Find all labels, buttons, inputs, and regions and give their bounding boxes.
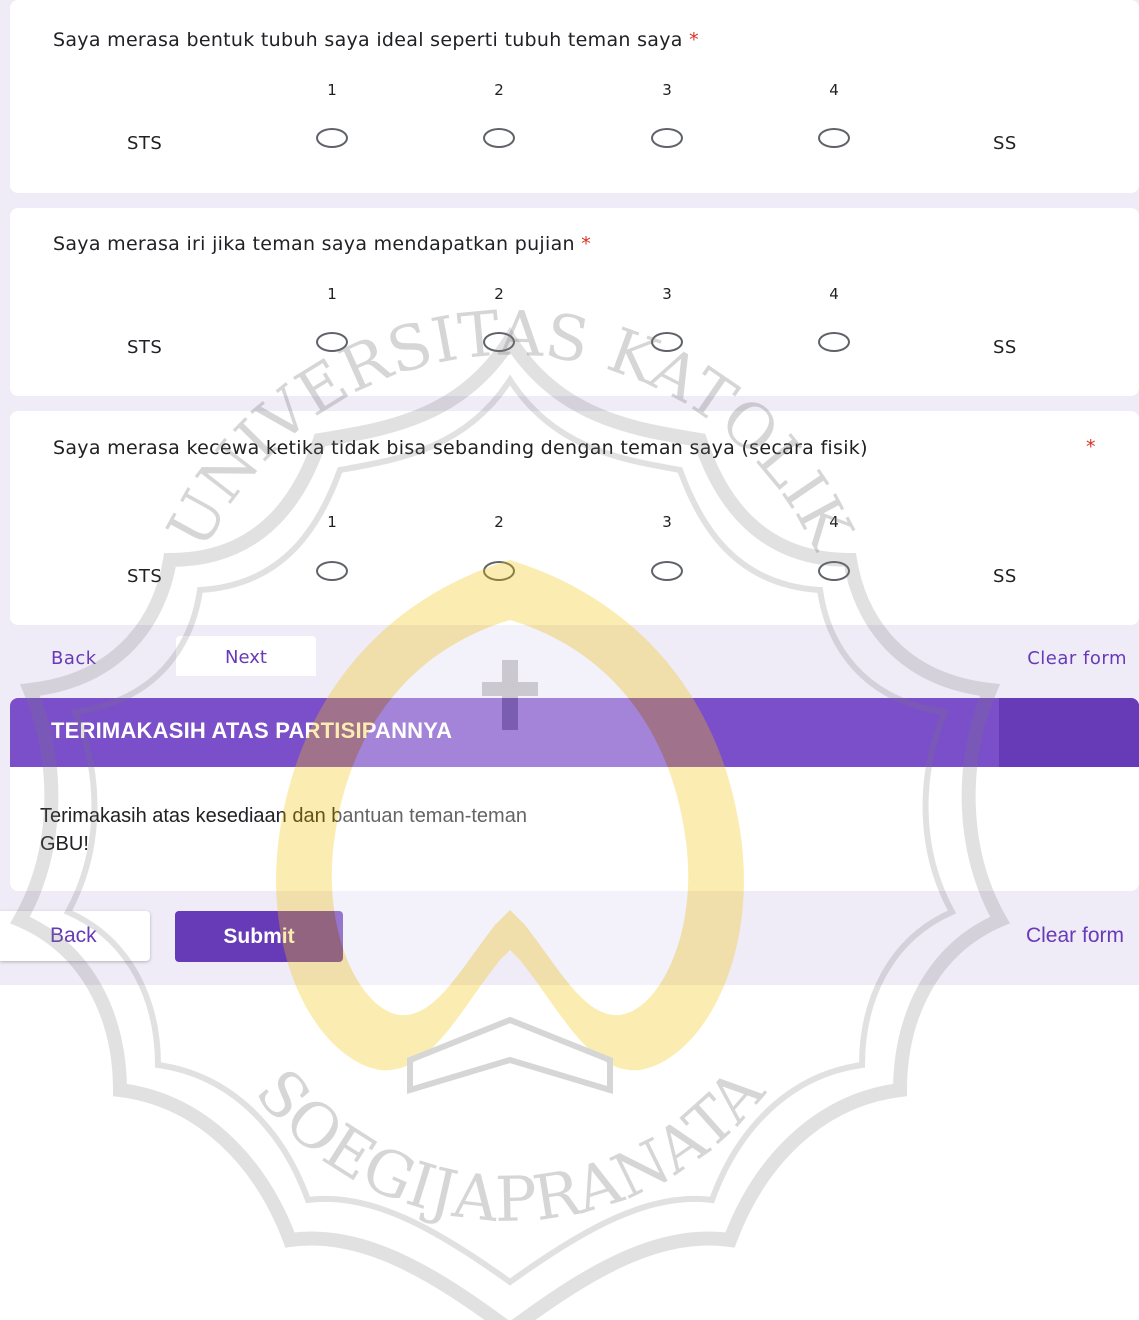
scale-number-4: 4 — [829, 285, 839, 303]
high-label: SS — [993, 566, 1017, 587]
radio-option-1[interactable] — [316, 561, 348, 581]
radio-option-1[interactable] — [316, 128, 348, 148]
high-label: SS — [993, 337, 1017, 358]
section-description: Terimakasih atas kesediaan dan bantuan t… — [40, 805, 527, 855]
clear-form-button-final[interactable]: Clear form — [1026, 924, 1124, 948]
radio-option-3[interactable] — [651, 561, 683, 581]
radio-option-2[interactable] — [483, 332, 515, 352]
scale-number-1: 1 — [327, 513, 337, 531]
scale-number-3: 3 — [662, 285, 672, 303]
required-mark: * — [1086, 436, 1096, 458]
scale-number-3: 3 — [662, 81, 672, 99]
question-card-1: Saya merasa bentuk tubuh saya ideal sepe… — [10, 0, 1139, 193]
section-title: TERIMAKASIH ATAS PARTISIPANNYA — [51, 718, 453, 743]
scale-number-4: 4 — [829, 513, 839, 531]
submit-button[interactable]: Submit — [175, 911, 343, 962]
question-title: Saya merasa iri jika teman saya mendapat… — [53, 233, 592, 255]
question-card-3: Saya merasa kecewa ketika tidak bisa seb… — [10, 411, 1139, 625]
question-card-2: Saya merasa iri jika teman saya mendapat… — [10, 208, 1139, 396]
radio-option-4[interactable] — [818, 128, 850, 148]
section-description-card: Terimakasih atas kesediaan dan bantuan t… — [10, 767, 1139, 891]
radio-option-1[interactable] — [316, 332, 348, 352]
radio-option-3[interactable] — [651, 128, 683, 148]
scale-number-4: 4 — [829, 81, 839, 99]
radio-option-2[interactable] — [483, 561, 515, 581]
back-button-final[interactable]: Back — [0, 911, 150, 961]
clear-form-button[interactable]: Clear form — [1027, 648, 1127, 669]
radio-option-2[interactable] — [483, 128, 515, 148]
scale-number-2: 2 — [494, 513, 504, 531]
radio-option-3[interactable] — [651, 332, 683, 352]
required-mark: * — [689, 29, 699, 51]
low-label: STS — [127, 337, 163, 358]
question-title: Saya merasa bentuk tubuh saya ideal sepe… — [53, 29, 699, 51]
next-button[interactable]: Next — [176, 636, 316, 676]
section-header: TERIMAKASIH ATAS PARTISIPANNYA — [10, 698, 1139, 767]
scale-number-2: 2 — [494, 81, 504, 99]
required-mark: * — [581, 233, 592, 255]
header-accent — [999, 698, 1139, 767]
scale-number-1: 1 — [327, 81, 337, 99]
high-label: SS — [993, 133, 1017, 154]
low-label: STS — [127, 133, 163, 154]
question-title: Saya merasa kecewa ketika tidak bisa seb… — [53, 437, 868, 459]
seal-text-bottom: SOEGIJAPRANATA — [242, 1054, 779, 1236]
scale-number-2: 2 — [494, 285, 504, 303]
scale-number-1: 1 — [327, 285, 337, 303]
back-button[interactable]: Back — [51, 648, 97, 669]
radio-option-4[interactable] — [818, 561, 850, 581]
book-icon — [407, 1016, 613, 1095]
low-label: STS — [127, 566, 163, 587]
scale-number-3: 3 — [662, 513, 672, 531]
radio-option-4[interactable] — [818, 332, 850, 352]
